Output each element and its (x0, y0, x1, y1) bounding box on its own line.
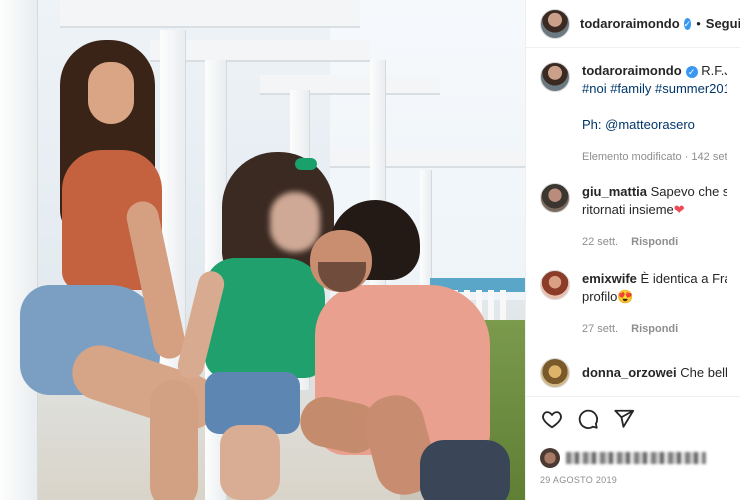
author-username[interactable]: todaroraimondo (580, 16, 680, 31)
comment-text: ritornati insieme (582, 202, 674, 217)
edited-label: Elemento modificato · 142 sett. (582, 151, 727, 163)
woman-leg (150, 380, 198, 500)
likes-row[interactable] (540, 448, 706, 468)
woman-face (88, 62, 134, 124)
heart-icon[interactable] (540, 407, 564, 431)
comment-age[interactable]: 27 sett. (582, 323, 618, 335)
comment-username[interactable]: donna_orzowei (582, 365, 677, 380)
photo-pillar (0, 0, 38, 500)
verified-icon: ✓ (683, 17, 692, 30)
caption-text: R.F.J (701, 63, 727, 78)
likes-text-blurred (566, 452, 706, 464)
comment-item: donna_orzowei Che belli ❤ (526, 358, 740, 388)
comment-text: È identica a France (640, 271, 727, 286)
comment-text: profilo (582, 289, 618, 304)
avatar[interactable] (540, 62, 570, 92)
photo-credit[interactable]: Ph: @matteorasero (582, 116, 727, 134)
girl-top (205, 258, 325, 378)
girl-legs (220, 425, 280, 500)
comment-username[interactable]: emixwife (582, 271, 637, 286)
post-sidebar: todaroraimondo ✓ • Segui todaroraimondo ✓… (525, 0, 740, 500)
caption-hashtags[interactable]: #noi #family #summer2019 (582, 80, 727, 98)
avatar[interactable] (540, 270, 570, 300)
comment-item: giu_mattia Sapevo che sares ritornati in… (526, 183, 740, 251)
girl-face-blurred (270, 192, 320, 252)
comment-age[interactable]: 22 sett. (582, 236, 618, 248)
reply-button[interactable]: Rispondi (631, 236, 678, 248)
girl-hair-bow (295, 158, 317, 170)
photo-roof (330, 150, 525, 168)
avatar[interactable] (540, 8, 570, 39)
share-icon[interactable] (612, 407, 636, 431)
man-pants (420, 440, 510, 500)
comment-emoji: 😍 (617, 289, 634, 304)
comment-emoji: ❤ (673, 202, 685, 217)
post-photo[interactable] (0, 0, 525, 500)
photo-pillar (370, 60, 386, 320)
action-bar (526, 396, 740, 440)
photo-roof (60, 0, 360, 28)
comment-text: Sapevo che sares (650, 184, 727, 199)
reply-button[interactable]: Rispondi (631, 323, 678, 335)
avatar[interactable] (540, 358, 570, 388)
verified-icon: ✓ (685, 65, 698, 78)
comment-username[interactable]: giu_mattia (582, 184, 647, 199)
post-date: 29 AGOSTO 2019 (540, 475, 618, 485)
comment-text: Che belli (680, 365, 727, 380)
avatar[interactable] (540, 183, 570, 213)
caption-username[interactable]: todaroraimondo (582, 63, 682, 78)
comment-item: emixwife È identica a France profilo😍 27… (526, 270, 740, 338)
post-header: todaroraimondo ✓ • Segui (526, 0, 740, 48)
photo-roof (260, 75, 440, 95)
follow-button[interactable]: Segui (706, 16, 740, 31)
separator-dot: • (696, 16, 701, 31)
avatar (540, 448, 560, 468)
comment-icon[interactable] (576, 407, 600, 431)
caption: todaroraimondo✓ R.F.J 🖤 #noi #family #su… (526, 62, 740, 166)
